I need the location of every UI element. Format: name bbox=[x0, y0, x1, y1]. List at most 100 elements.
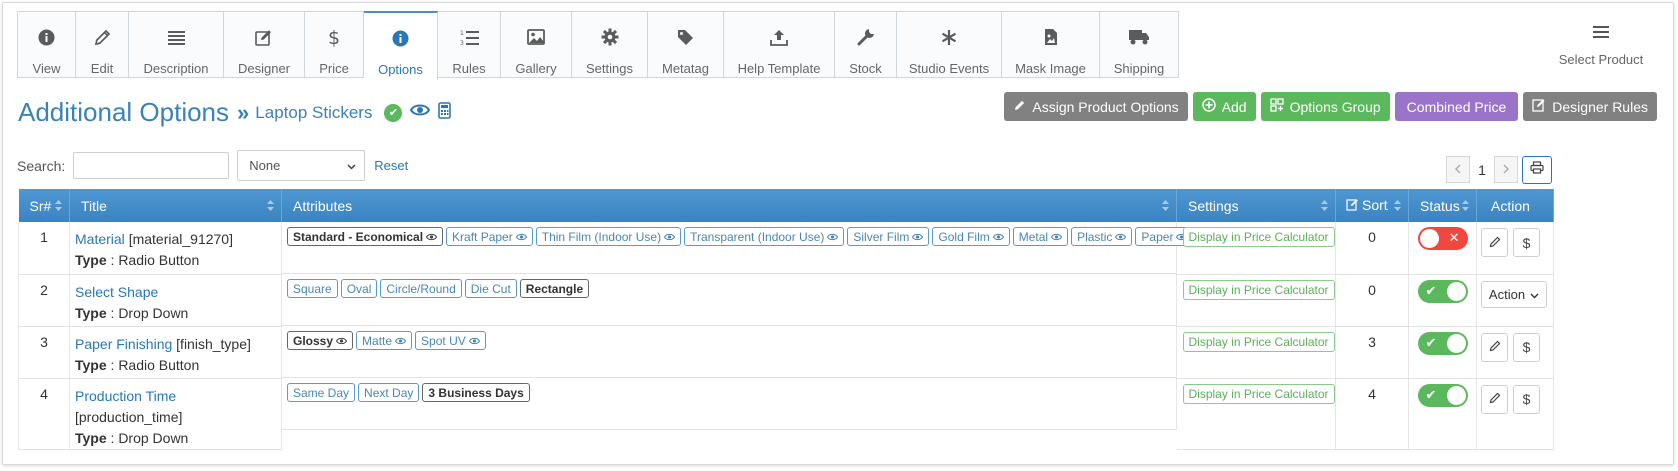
tab-options[interactable]: Options bbox=[364, 11, 438, 80]
option-price-button[interactable]: $ bbox=[1513, 384, 1540, 414]
tab-view[interactable]: View bbox=[17, 11, 76, 78]
col-attributes-header[interactable]: Attributes bbox=[281, 189, 1177, 222]
edit-sort-icon[interactable] bbox=[1346, 198, 1359, 214]
col-sort-header[interactable]: Sort bbox=[1335, 189, 1409, 222]
attribute-chip[interactable]: Square bbox=[287, 279, 338, 298]
eye-icon[interactable] bbox=[426, 233, 438, 241]
status-toggle[interactable]: ✔ bbox=[1417, 331, 1468, 355]
attribute-chip[interactable]: Same Day bbox=[287, 383, 356, 402]
col-status-header[interactable]: Status bbox=[1408, 189, 1477, 222]
select-product-button[interactable]: Select Product bbox=[1551, 11, 1651, 79]
status-cell: ✔ bbox=[1408, 378, 1477, 450]
action-dropdown[interactable]: Action bbox=[1481, 280, 1547, 308]
svg-text:1: 1 bbox=[460, 30, 464, 37]
tab-description[interactable]: Description bbox=[129, 11, 224, 78]
tab-rules[interactable]: 1 3 Rules bbox=[438, 11, 501, 78]
action-cell: $ bbox=[1476, 222, 1554, 275]
tab-metatag[interactable]: Metatag bbox=[648, 11, 724, 78]
attribute-chip[interactable]: Gold Film bbox=[932, 227, 1010, 246]
attribute-chip[interactable]: Plastic bbox=[1071, 227, 1133, 246]
designer-rules-button[interactable]: Designer Rules bbox=[1523, 92, 1657, 121]
col-sr-label: Sr# bbox=[29, 197, 52, 214]
attribute-chip[interactable]: Circle/Round bbox=[380, 279, 462, 298]
attribute-chip[interactable]: Rectangle bbox=[519, 279, 590, 298]
tab-studio-events[interactable]: Studio Events bbox=[897, 11, 1002, 78]
eye-icon[interactable] bbox=[410, 103, 431, 122]
status-toggle[interactable]: ✔ bbox=[1417, 279, 1468, 303]
option-type: Radio Button bbox=[118, 356, 200, 373]
attribute-chip[interactable]: Glossy bbox=[287, 331, 354, 350]
attribute-chip[interactable]: Oval bbox=[340, 279, 378, 298]
search-input[interactable] bbox=[73, 152, 230, 179]
attribute-chip[interactable]: 3 Business Days bbox=[422, 383, 530, 402]
status-toggle[interactable]: ✕ bbox=[1417, 227, 1468, 250]
option-type: Radio Button bbox=[118, 252, 200, 268]
combined-price-label: Combined Price bbox=[1406, 98, 1507, 115]
eye-icon[interactable] bbox=[827, 233, 839, 241]
eye-icon[interactable] bbox=[1115, 233, 1127, 241]
action-cell: $ bbox=[1476, 326, 1554, 379]
tab-edit[interactable]: Edit bbox=[76, 11, 129, 78]
attribute-chip[interactable]: Spot UV bbox=[415, 331, 486, 350]
tab-price[interactable]: $ Price bbox=[305, 11, 364, 78]
eye-icon[interactable] bbox=[1051, 233, 1063, 241]
print-button[interactable] bbox=[1522, 156, 1552, 184]
col-sr-header[interactable]: Sr# bbox=[18, 189, 70, 222]
status-toggle[interactable]: ✔ bbox=[1417, 383, 1468, 407]
prev-page-button[interactable] bbox=[1446, 156, 1470, 183]
attribute-chip[interactable]: Thin Film (Indoor Use) bbox=[535, 227, 682, 246]
option-title-link[interactable]: Material bbox=[75, 231, 125, 247]
plus-circle-icon bbox=[1201, 98, 1216, 115]
chevron-down-icon bbox=[347, 158, 356, 173]
tab-help-template[interactable]: Help Template bbox=[724, 11, 835, 78]
table-row: 2 Select Shape Type : Drop Down Square Oval C… bbox=[18, 274, 1554, 327]
upload-icon bbox=[770, 25, 788, 49]
col-settings-header[interactable]: Settings bbox=[1176, 189, 1336, 222]
filter-select[interactable]: None bbox=[237, 150, 366, 181]
col-title-header[interactable]: Title bbox=[69, 189, 282, 222]
options-group-button[interactable]: Options Group bbox=[1260, 92, 1390, 121]
eye-icon[interactable] bbox=[912, 233, 924, 241]
tab-settings[interactable]: Settings bbox=[572, 11, 648, 78]
attribute-label: Spot UV bbox=[421, 333, 466, 348]
eye-icon[interactable] bbox=[515, 233, 527, 241]
eye-icon[interactable] bbox=[664, 233, 676, 241]
option-price-button[interactable]: $ bbox=[1513, 332, 1540, 362]
assign-product-options-button[interactable]: Assign Product Options bbox=[1004, 92, 1188, 121]
attribute-chip[interactable]: Next Day bbox=[358, 383, 420, 402]
attribute-chip[interactable]: Silver Film bbox=[847, 227, 930, 246]
attribute-chip[interactable]: Metal bbox=[1012, 227, 1069, 246]
next-page-button[interactable] bbox=[1494, 156, 1518, 183]
option-title-link[interactable]: Paper Finishing bbox=[75, 336, 172, 352]
attribute-chip[interactable]: Matte bbox=[356, 331, 413, 350]
settings-cell: Display in Price Calculator bbox=[1176, 378, 1336, 450]
eye-icon[interactable] bbox=[468, 337, 480, 345]
option-price-button[interactable]: $ bbox=[1513, 228, 1540, 257]
product-name-link[interactable]: Laptop Stickers bbox=[255, 103, 372, 123]
option-code: [material_91270] bbox=[128, 231, 233, 247]
add-button[interactable]: Add bbox=[1192, 92, 1256, 121]
edit-option-button[interactable] bbox=[1481, 384, 1508, 414]
eye-icon[interactable] bbox=[992, 233, 1004, 241]
edit-option-button[interactable] bbox=[1481, 228, 1508, 257]
attribute-chip[interactable]: Standard - Economical bbox=[287, 227, 444, 246]
attribute-chip[interactable]: Kraft Paper bbox=[446, 227, 533, 246]
eye-icon[interactable] bbox=[336, 337, 348, 345]
eye-icon[interactable] bbox=[395, 337, 407, 345]
attribute-chip[interactable]: Die Cut bbox=[464, 279, 517, 298]
sr-number: 4 bbox=[40, 385, 48, 402]
edit-option-button[interactable] bbox=[1481, 332, 1508, 362]
combined-price-button[interactable]: Combined Price bbox=[1394, 92, 1519, 121]
calculator-icon[interactable] bbox=[438, 101, 452, 124]
sort-icon bbox=[1162, 200, 1169, 211]
tab-stock[interactable]: Stock bbox=[835, 11, 897, 78]
reset-link[interactable]: Reset bbox=[374, 158, 408, 173]
option-title-link[interactable]: Select Shape bbox=[75, 284, 158, 300]
tab-mask-image[interactable]: Mask Image bbox=[1002, 11, 1100, 78]
tab-gallery[interactable]: Gallery bbox=[501, 11, 572, 78]
tab-shipping[interactable]: Shipping bbox=[1100, 11, 1179, 78]
attribute-chip[interactable]: Transparent (Indoor Use) bbox=[684, 227, 845, 246]
option-title-link[interactable]: Production Time bbox=[75, 388, 176, 404]
tab-designer[interactable]: Designer bbox=[224, 11, 305, 78]
sr-number: 1 bbox=[40, 229, 48, 245]
